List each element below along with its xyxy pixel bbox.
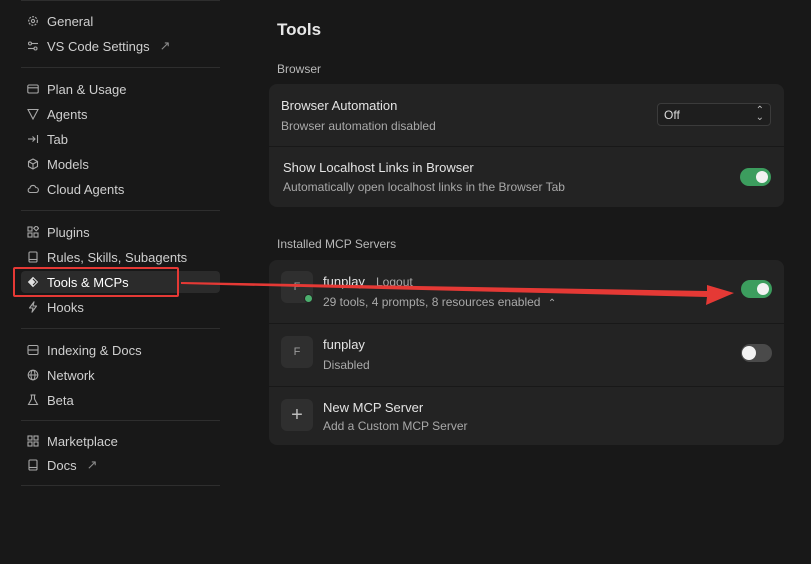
sidebar-item-indexing-docs[interactable]: Indexing & Docs [21, 339, 220, 361]
sidebar-item-label: Indexing & Docs [47, 342, 142, 358]
row-divider [269, 386, 784, 387]
section-label-mcp: Installed MCP Servers [277, 237, 397, 251]
sidebar-divider [21, 485, 220, 486]
server-summary[interactable]: 29 tools, 4 prompts, 8 resources enabled… [323, 295, 556, 309]
new-mcp-server-title[interactable]: New MCP Server [323, 400, 423, 415]
puzzle-icon [27, 226, 39, 238]
browser-automation-subtitle: Browser automation disabled [281, 119, 436, 133]
agents-icon [27, 108, 39, 120]
connected-status-dot [304, 294, 313, 303]
sidebar-item-rules-skills-subagents[interactable]: Rules, Skills, Subagents [21, 246, 220, 268]
sidebar-divider [21, 328, 220, 329]
sidebar-item-beta[interactable]: Beta [21, 389, 220, 411]
book-icon [27, 251, 39, 263]
card-icon [27, 83, 39, 95]
flask-icon [27, 394, 39, 406]
logout-link[interactable]: Logout [376, 275, 413, 289]
sidebar-item-vscode-settings[interactable]: VS Code Settings ↗ [21, 35, 220, 57]
new-mcp-server-subtitle: Add a Custom MCP Server [323, 419, 468, 433]
sidebar-divider [21, 0, 220, 1]
section-label-browser: Browser [277, 62, 322, 76]
sidebar-item-label: Hooks [47, 299, 84, 315]
cube-icon [27, 158, 39, 170]
server-status: Disabled [323, 358, 370, 372]
gear-icon [27, 15, 39, 27]
hook-icon [27, 301, 39, 313]
sidebar-item-label: Marketplace [47, 433, 118, 449]
server-enabled-toggle[interactable] [741, 280, 772, 298]
sidebar-item-hooks[interactable]: Hooks [21, 296, 220, 318]
server-name: funplay [323, 337, 365, 352]
localhost-links-subtitle: Automatically open localhost links in th… [283, 180, 565, 194]
sidebar-item-label: Agents [47, 106, 88, 122]
row-divider [269, 146, 784, 147]
sidebar-item-plan-usage[interactable]: Plan & Usage [21, 78, 220, 100]
sidebar-divider [21, 420, 220, 421]
select-value: Off [664, 107, 680, 122]
sidebar-item-cloud-agents[interactable]: Cloud Agents [21, 178, 220, 200]
page-title: Tools [277, 20, 322, 39]
sidebar-item-label: Beta [47, 392, 74, 408]
browser-automation-title: Browser Automation [281, 98, 398, 113]
external-link-icon: ↗ [159, 38, 171, 53]
database-icon [27, 344, 39, 356]
sidebar-item-network[interactable]: Network [21, 364, 220, 386]
sidebar-item-label: Cloud Agents [47, 181, 125, 197]
chevron-up-down-icon: ⌃ [547, 298, 557, 309]
sidebar-item-marketplace[interactable]: Marketplace [21, 430, 220, 452]
localhost-links-title: Show Localhost Links in Browser [283, 160, 474, 175]
sidebar-item-plugins[interactable]: Plugins [21, 221, 220, 243]
store-icon [27, 435, 39, 447]
server-avatar: F [281, 336, 313, 368]
sidebar-item-label: Models [47, 156, 89, 172]
sidebar-item-label: Tab [47, 131, 68, 147]
server-name: funplay [323, 274, 365, 289]
server-enabled-toggle[interactable] [741, 344, 772, 362]
sidebar-item-label: General [47, 13, 94, 29]
sidebar-item-models[interactable]: Models [21, 153, 220, 175]
sidebar-divider [21, 67, 220, 68]
plus-icon[interactable]: + [281, 399, 313, 431]
sidebar-item-label: Rules, Skills, Subagents [47, 249, 188, 265]
sidebar-divider [21, 210, 220, 211]
external-link-icon: ↗ [86, 457, 98, 472]
browser-automation-select[interactable]: Off ⌃ ⌄ [657, 103, 771, 126]
cloud-icon [27, 183, 39, 195]
localhost-links-toggle[interactable] [740, 168, 771, 186]
settings-link-icon [27, 40, 39, 52]
sidebar-item-label: Docs [47, 457, 77, 473]
sidebar-item-docs[interactable]: Docs ↗ [21, 454, 220, 476]
row-divider [269, 323, 784, 324]
sidebar-item-label: Plan & Usage [47, 81, 127, 97]
sidebar-item-general[interactable]: General [21, 10, 220, 32]
sidebar-item-agents[interactable]: Agents [21, 103, 220, 125]
docs-icon [27, 459, 39, 471]
annotation-highlight-box [13, 267, 179, 297]
sidebar-item-label: Network [47, 367, 95, 383]
globe-icon [27, 369, 39, 381]
chevron-up-down-icon: ⌃ ⌄ [755, 105, 764, 123]
sidebar-item-label: VS Code Settings [47, 38, 150, 54]
sidebar-item-tab[interactable]: Tab [21, 128, 220, 150]
sidebar-item-label: Plugins [47, 224, 90, 240]
tab-arrow-icon [27, 133, 39, 145]
